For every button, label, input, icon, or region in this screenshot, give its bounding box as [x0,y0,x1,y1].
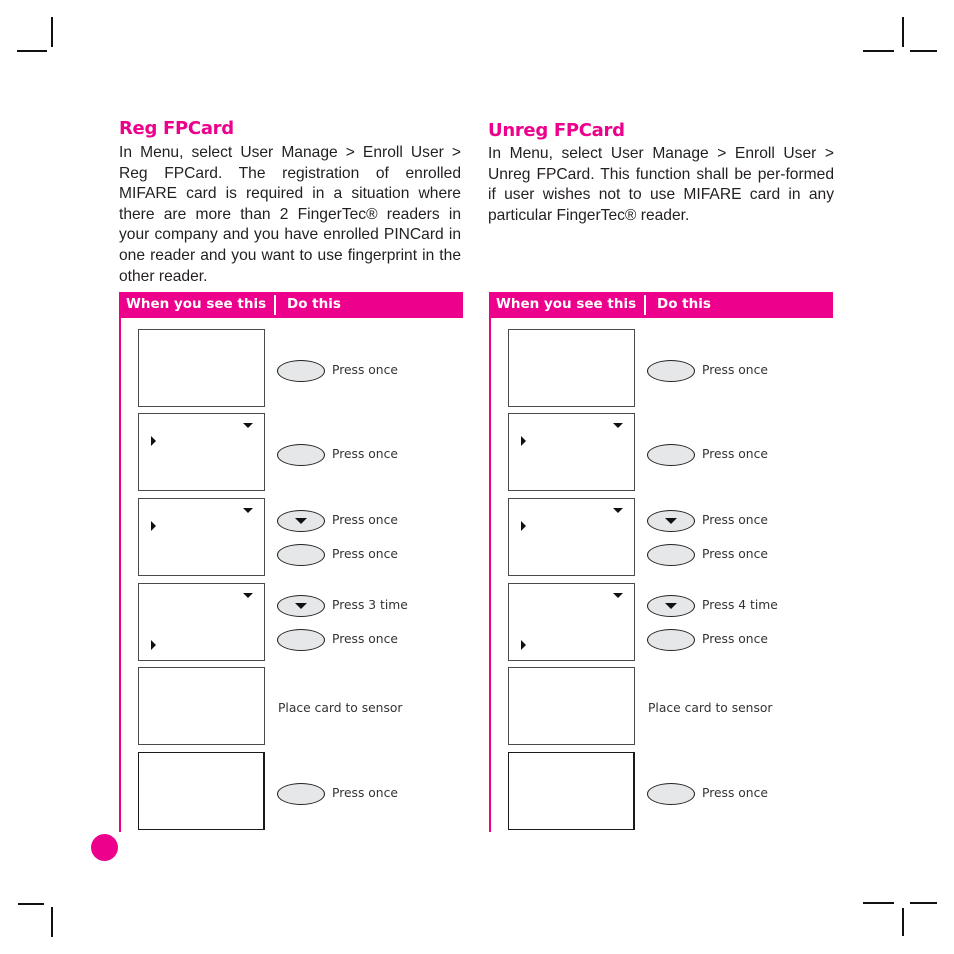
menu-cursor-icon [521,436,526,446]
table-left-rule [489,318,491,832]
menu-cursor-icon [521,521,526,531]
step-instruction: Press once [332,786,398,800]
section-body-reg-fpcard: In Menu, select User Manage > Enroll Use… [119,144,461,285]
crop-mark [51,17,53,47]
ok-key-button [647,544,695,566]
down-arrow-icon [295,518,307,524]
crop-mark [18,903,44,905]
ok-key-button [647,360,695,382]
scroll-down-indicator-icon [243,593,253,598]
column-header-do-this: Do this [657,296,711,312]
step-instruction: Press once [332,632,398,646]
column-header-when-you-see-this: When you see this [496,296,637,312]
crop-mark [902,908,904,936]
table-header: When you see this Do this [119,292,463,318]
crop-mark [51,907,53,937]
column-header-do-this: Do this [287,296,341,312]
section-title-reg-fpcard: Reg FPCard [119,118,234,139]
section-body-unreg-fpcard: In Menu, select User Manage > Enroll Use… [488,145,834,224]
step-instruction: Press once [332,447,398,461]
ok-key-button [647,783,695,805]
lcd-screen [138,413,265,491]
ok-key-button [647,444,695,466]
lcd-screen [138,498,265,576]
menu-cursor-icon [151,640,156,650]
table-header: When you see this Do this [489,292,833,318]
crop-mark [863,902,894,904]
step-instruction: Press 4 time [702,598,778,612]
crop-mark [902,17,904,47]
lcd-screen [138,667,265,745]
scroll-down-indicator-icon [613,593,623,598]
lcd-screen [508,583,635,661]
scroll-down-indicator-icon [613,508,623,513]
section-title-unreg-fpcard: Unreg FPCard [488,120,625,141]
column-header-when-you-see-this: When you see this [126,296,267,312]
down-key-button [647,595,695,617]
step-instruction: Press once [702,363,768,377]
step-instruction: Press once [332,513,398,527]
crop-mark [863,50,894,52]
menu-cursor-icon [151,436,156,446]
ok-key-button [647,629,695,651]
step-instruction: Press once [332,547,398,561]
lcd-screen [508,413,635,491]
menu-cursor-icon [521,640,526,650]
page-marker-dot [91,834,118,861]
ok-key-button [277,444,325,466]
step-instruction: Press 3 time [332,598,408,612]
step-instruction: Press once [702,513,768,527]
ok-key-button [277,783,325,805]
table-left-rule [119,318,121,832]
down-arrow-icon [295,603,307,609]
step-instruction: Press once [702,632,768,646]
lcd-screen [138,583,265,661]
lcd-screen [138,752,265,830]
down-key-button [277,510,325,532]
step-instruction: Press once [332,363,398,377]
lcd-screen [508,667,635,745]
down-key-button [277,595,325,617]
scroll-down-indicator-icon [243,508,253,513]
crop-mark [910,50,937,52]
column-separator [274,295,276,315]
lcd-screen [508,498,635,576]
ok-key-button [277,544,325,566]
step-instruction: Press once [702,447,768,461]
lcd-screen [508,752,635,830]
step-instruction: Place card to sensor [278,701,403,715]
down-key-button [647,510,695,532]
scroll-down-indicator-icon [613,423,623,428]
step-instruction: Press once [702,547,768,561]
down-arrow-icon [665,518,677,524]
lcd-screen [138,329,265,407]
step-instruction: Press once [702,786,768,800]
menu-cursor-icon [151,521,156,531]
scroll-down-indicator-icon [243,423,253,428]
crop-mark [17,50,47,52]
crop-mark [910,902,937,904]
lcd-screen [508,329,635,407]
step-instruction: Place card to sensor [648,701,773,715]
down-arrow-icon [665,603,677,609]
ok-key-button [277,629,325,651]
ok-key-button [277,360,325,382]
column-separator [644,295,646,315]
